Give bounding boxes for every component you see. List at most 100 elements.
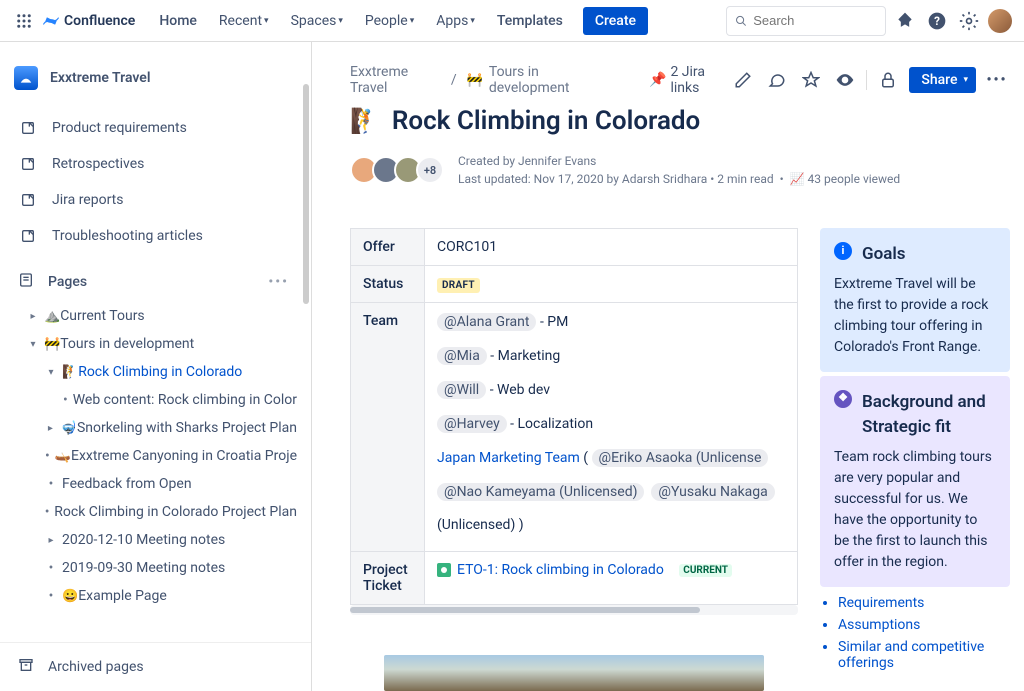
create-button[interactable]: Create [583,7,648,35]
toc-link-assumptions[interactable]: Assumptions [838,617,1010,633]
user-mention[interactable]: @Nao Kameyama (Unlicensed) [437,483,644,501]
edit-icon[interactable] [730,67,756,93]
avatar-overflow[interactable]: +8 [416,156,444,184]
tree-item-snorkeling[interactable]: ▸🤿Snorkeling with Sharks Project Plan [0,414,305,442]
jira-ticket-link[interactable]: ETO-1: Rock climbing in Colorado [457,562,664,578]
notifications-icon[interactable] [892,8,918,34]
content-image [384,655,764,691]
panel-title: Background and Strategic fit [862,390,996,441]
tree-item-example-page[interactable]: •😀Example Page [0,582,305,610]
chevron-down-icon[interactable]: ▾ [40,367,62,378]
horizontal-scrollbar[interactable] [350,605,798,615]
chevron-down-icon: ▾ [470,16,475,26]
user-mention[interactable]: @Alana Grant [437,313,536,331]
sidebar: Exxtreme Travel Product requirements Ret… [0,42,312,691]
sidebar-link-troubleshooting[interactable]: Troubleshooting articles [0,218,311,254]
chevron-down-icon: ▾ [410,16,415,26]
user-mention[interactable]: @Will [437,381,486,399]
table-header-team: Team [351,303,425,552]
contributor-avatars[interactable]: +8 [350,156,444,184]
sidebar-link-jira-reports[interactable]: Jira reports [0,182,311,218]
breadcrumb: Exxtreme Travel / 🚧Tours in development … [350,64,730,96]
user-mention[interactable]: @Eriko Asaoka (Unlicense [592,449,769,467]
nav-apps[interactable]: Apps▾ [428,9,483,33]
user-mention[interactable]: @Yusaku Nakaga [651,483,774,501]
note-icon: ❖ [834,390,852,408]
jira-issue-icon [437,563,451,577]
table-cell-offer: CORC101 [425,229,798,266]
tree-item-canyoning[interactable]: •🛶Exxtreme Canyoning in Croatia Proje [0,442,305,470]
tree-item-web-content[interactable]: •Web content: Rock climbing in Color [0,386,305,414]
comment-icon[interactable] [764,67,790,93]
shortcut-icon [18,154,38,174]
more-actions-icon[interactable]: ••• [984,67,1010,93]
user-mention[interactable]: @Harvey [437,415,507,433]
nav-recent[interactable]: Recent▾ [211,9,277,33]
bullet-icon: • [58,392,73,408]
table-header-ticket: Project Ticket [351,552,425,605]
bullet-icon: • [40,476,62,492]
chevron-right-icon[interactable]: ▸ [40,535,62,546]
star-icon[interactable] [798,67,824,93]
archive-icon [18,657,34,677]
bullet-icon: • [40,448,55,464]
share-button[interactable]: Share▾ [909,67,976,93]
nav-people[interactable]: People▾ [357,9,422,33]
restrictions-icon[interactable] [875,67,901,93]
status-badge: DRAFT [437,278,480,293]
archived-pages-link[interactable]: Archived pages [0,642,311,691]
settings-icon[interactable] [956,8,982,34]
search-input[interactable] [726,6,886,36]
shortcut-icon [18,190,38,210]
tree-item-rc-project-plan[interactable]: •Rock Climbing in Colorado Project Plan [0,498,305,526]
space-logo-icon[interactable] [14,66,38,90]
bullet-icon: • [40,588,62,604]
nav-spaces[interactable]: Spaces▾ [283,9,351,33]
svg-text:?: ? [934,14,940,28]
user-mention[interactable]: @Mia [437,347,487,365]
watch-icon[interactable] [832,67,858,93]
table-header-status: Status [351,266,425,303]
sidebar-link-retrospectives[interactable]: Retrospectives [0,146,311,182]
pages-tree-header[interactable]: Pages ••• [0,262,311,302]
logo-text: Confluence [64,13,135,29]
tree-item-tours-development[interactable]: ▾🚧Tours in development [0,330,305,358]
help-icon[interactable]: ? [924,8,950,34]
confluence-logo[interactable]: Confluence [42,12,135,30]
background-panel: ❖Background and Strategic fit Team rock … [820,376,1010,587]
breadcrumb-space[interactable]: Exxtreme Travel [350,64,441,96]
jira-links-indicator[interactable]: 📌 2 Jira links [649,64,730,96]
chevron-down-icon[interactable]: ▾ [22,339,44,350]
tree-item-rock-climbing[interactable]: ▾🧗Rock Climbing in Colorado [0,358,305,386]
nav-home[interactable]: Home [151,9,205,33]
bullet-icon: • [40,560,62,576]
chevron-down-icon: ▾ [963,75,968,85]
analytics-icon[interactable]: 📈 [790,172,808,186]
tree-item-feedback[interactable]: •Feedback from Open [0,470,305,498]
app-switcher-icon[interactable] [12,9,36,33]
table-cell-team: @Alana Grant - PM @Mia - Marketing @Will… [425,303,798,552]
team-link[interactable]: Japan Marketing Team [437,450,580,466]
search-icon [735,14,747,28]
shortcut-icon [18,226,38,246]
info-icon: i [834,242,852,260]
sidebar-scrollbar[interactable] [301,84,311,643]
tree-item-meeting-2020[interactable]: ▸2020-12-10 Meeting notes [0,526,305,554]
breadcrumb-parent[interactable]: 🚧Tours in development [467,64,611,96]
space-name[interactable]: Exxtreme Travel [50,70,150,86]
toc-link-requirements[interactable]: Requirements [838,595,1010,611]
page-byline: Created by Jennifer Evans Last updated: … [458,152,900,188]
tree-item-current-tours[interactable]: ▸⛰️Current Tours [0,302,305,330]
tree-item-meeting-2019[interactable]: •2019-09-30 Meeting notes [0,554,305,582]
profile-avatar[interactable] [988,9,1012,33]
page-emoji-icon[interactable]: 🧗 [350,107,380,135]
sidebar-link-product-requirements[interactable]: Product requirements [0,110,311,146]
page-tree: ▸⛰️Current Tours ▾🚧Tours in development … [0,302,311,642]
more-actions-icon[interactable]: ••• [268,274,289,290]
chevron-down-icon: ▾ [264,16,269,26]
table-header-offer: Offer [351,229,425,266]
chevron-right-icon[interactable]: ▸ [22,311,44,322]
chevron-right-icon[interactable]: ▸ [40,423,61,434]
nav-templates[interactable]: Templates [489,9,571,33]
toc-link-similar[interactable]: Similar and competitive offerings [838,639,1010,671]
